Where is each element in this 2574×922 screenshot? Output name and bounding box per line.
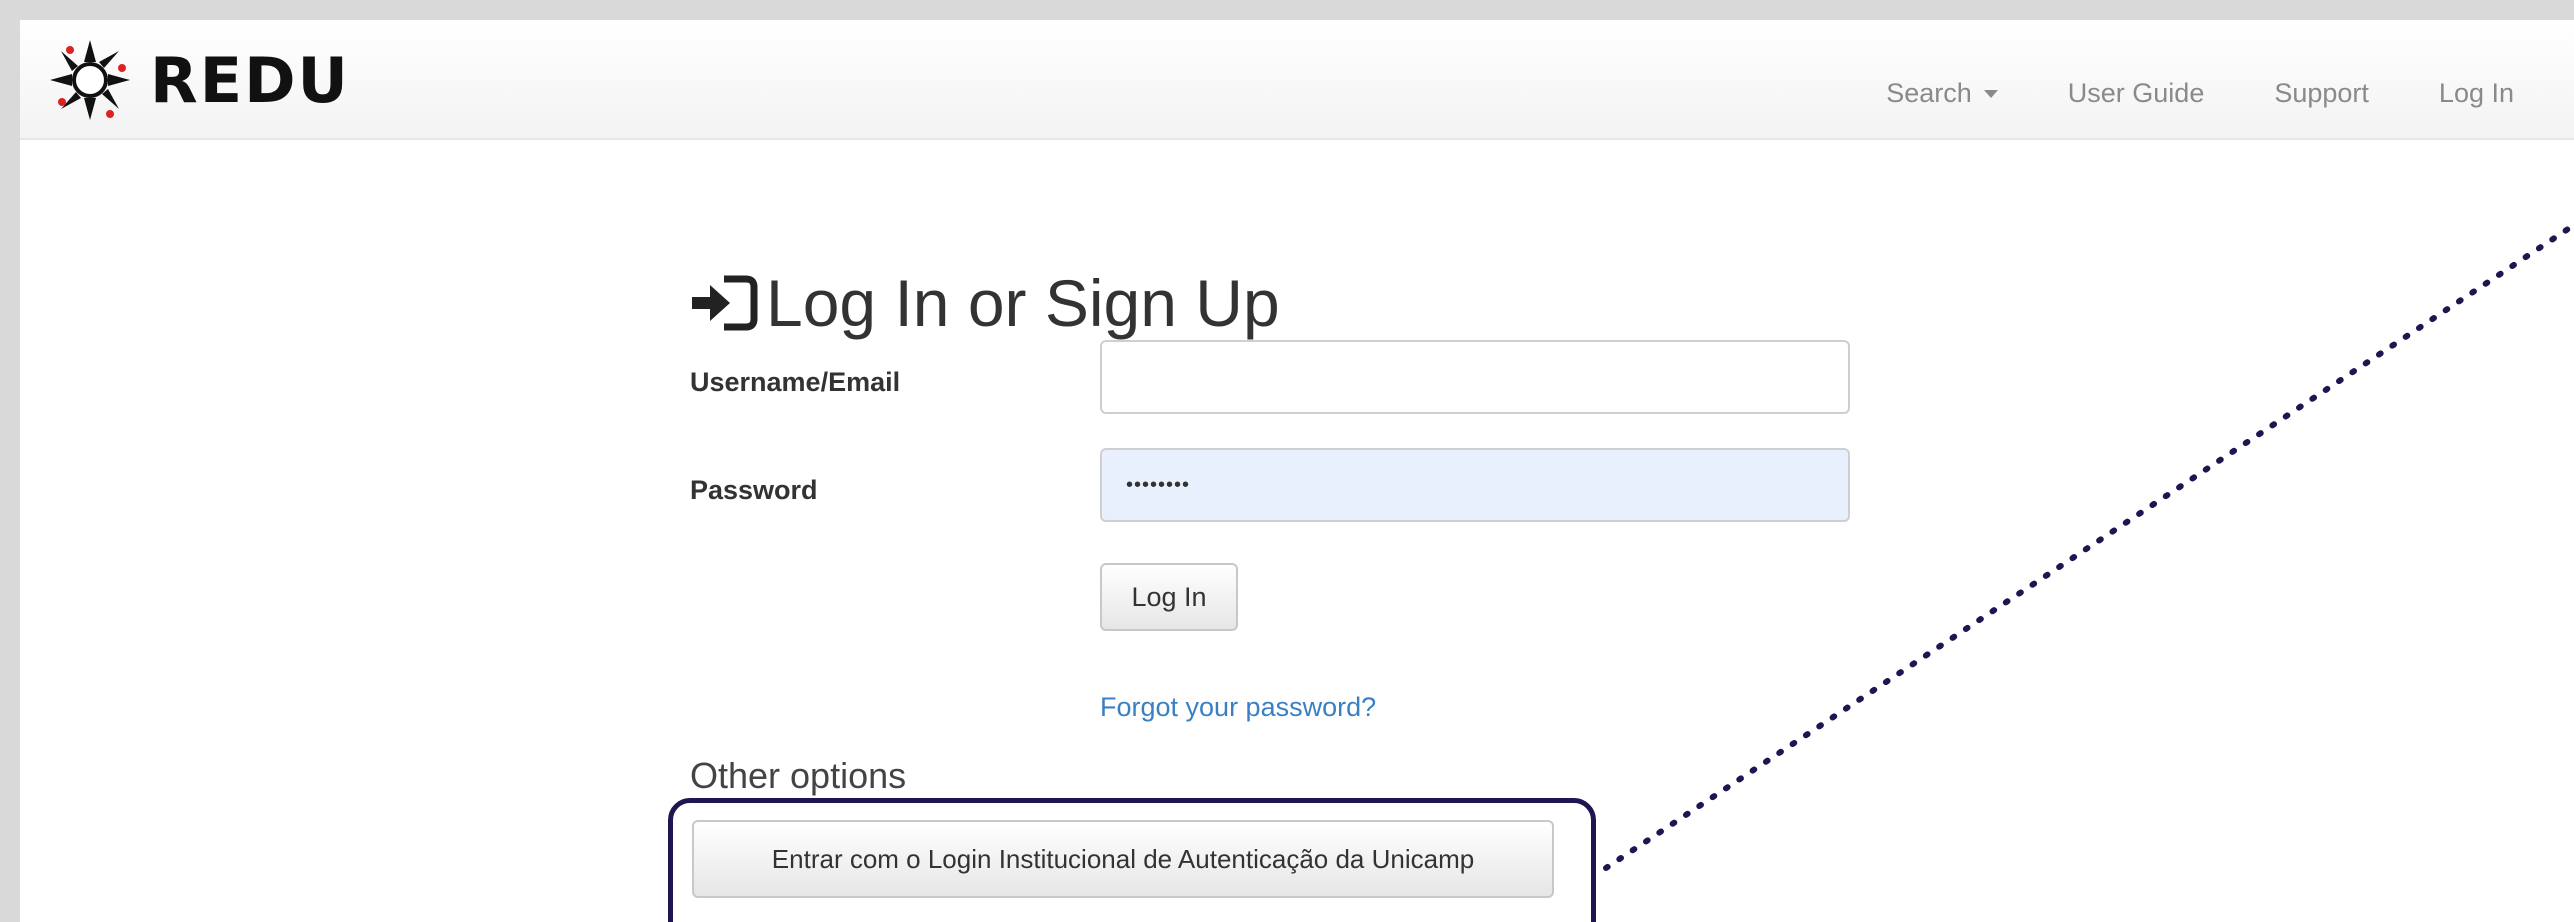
page: REDU Search User Guide Support Log In Lo… — [20, 20, 2574, 922]
dotted-annotation-line — [1603, 222, 2574, 871]
